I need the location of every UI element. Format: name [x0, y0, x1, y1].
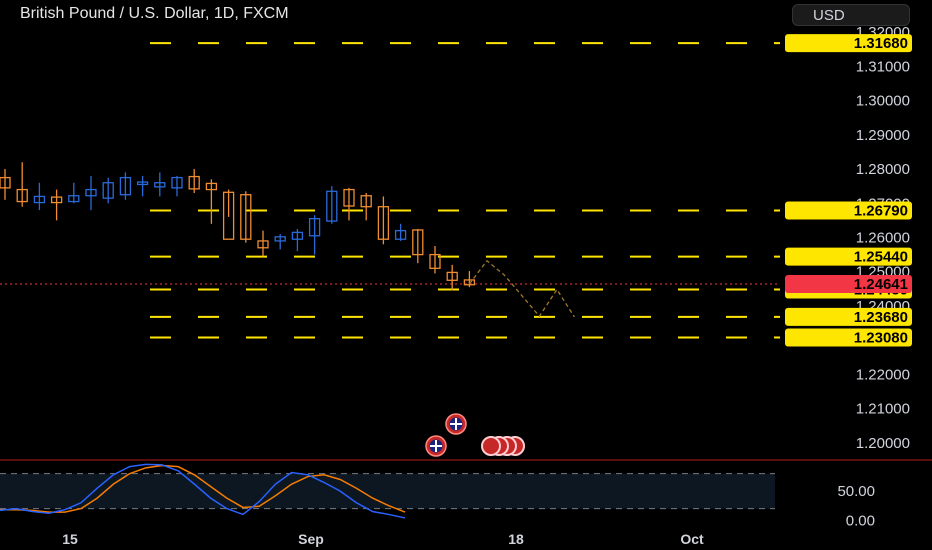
price-tick-label: 1.29000	[856, 127, 910, 144]
oscillator-band-fill	[0, 473, 775, 509]
candlesticks	[0, 162, 476, 291]
projection-path	[468, 259, 575, 318]
price-tick-label: 1.31000	[856, 58, 910, 75]
flag-stack-icon	[481, 436, 501, 456]
oscillator-pane	[0, 459, 932, 510]
level-lines	[0, 42, 780, 339]
current-price-tag: 1.24641	[854, 276, 908, 293]
price-tick-label: 1.21000	[856, 401, 910, 418]
time-axis[interactable]: 15 Sep 18 Oct	[62, 531, 704, 547]
level-tag: 1.23080	[854, 329, 908, 346]
time-tick-label: 18	[508, 531, 524, 547]
time-tick-label: 15	[62, 531, 78, 547]
level-tag: 1.23680	[854, 309, 908, 326]
level-tag: 1.31680	[854, 35, 908, 52]
level-tag: 1.25440	[854, 249, 908, 266]
projection-line	[468, 259, 575, 318]
price-tick-label: 1.20000	[856, 435, 910, 452]
oscillator-tick-label: 0.00	[846, 512, 875, 529]
oscillator-tick-label: 50.00	[837, 483, 875, 500]
level-tag: 1.26790	[854, 202, 908, 219]
price-tick-label: 1.28000	[856, 161, 910, 178]
price-tick-label: 1.30000	[856, 93, 910, 110]
price-tick-label: 1.22000	[856, 366, 910, 383]
price-tick-label: 1.26000	[856, 230, 910, 247]
time-tick-label: Sep	[298, 531, 324, 547]
event-markers	[425, 413, 525, 457]
price-chart[interactable]: 1.320001.310001.300001.290001.280001.270…	[0, 0, 932, 550]
time-tick-label: Oct	[680, 531, 704, 547]
